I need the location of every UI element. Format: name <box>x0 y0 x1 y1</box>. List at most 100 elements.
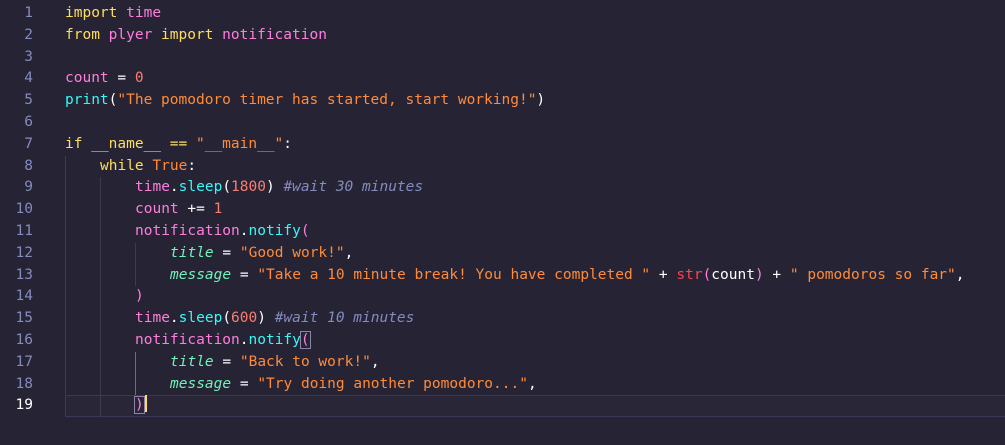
code-text[interactable]: count = 0 <box>65 68 144 90</box>
dot-token: . <box>239 222 249 239</box>
code-line[interactable]: 18 message = "Try doing another pomodoro… <box>0 373 1005 396</box>
line-number: 18 <box>15 375 33 392</box>
dunder-token: __name__ <box>91 135 162 152</box>
code-text[interactable]: print("The pomodoro timer has started, s… <box>65 90 545 112</box>
code-text[interactable]: time.sleep(600) #wait 10 minutes <box>135 308 414 330</box>
constant-token: True <box>152 157 188 174</box>
paren-token: ) <box>257 310 266 327</box>
function-token: print <box>65 92 109 109</box>
code-line[interactable]: 11 notification.notify( <box>0 220 1005 243</box>
code-line[interactable]: 16 notification.notify( <box>0 329 1005 352</box>
paren-token: ) <box>754 266 764 283</box>
code-line[interactable]: 15 time.sleep(600) #wait 10 minutes <box>0 308 1005 330</box>
code-line[interactable]: 10 count += 1 <box>0 199 1005 221</box>
code-text[interactable]: notification.notify( <box>135 221 310 243</box>
line-number: 14 <box>15 288 33 305</box>
module-token: time <box>135 179 170 196</box>
module-token: time <box>135 310 170 327</box>
operator-token: = <box>222 353 232 370</box>
code-text[interactable]: notification.notify( <box>135 330 311 352</box>
code-line[interactable]: 9 time.sleep(1800) #wait 30 minutes <box>0 177 1005 200</box>
line-number: 6 <box>24 113 33 130</box>
number-token: 0 <box>134 70 144 87</box>
code-line[interactable]: 5 print("The pomodoro timer has started,… <box>0 90 1005 112</box>
code-editor[interactable]: 1 import time 2 from plyer import notifi… <box>0 0 1005 445</box>
operator-token: + <box>658 266 668 283</box>
code-line[interactable]: 14 ) <box>0 286 1005 309</box>
code-text[interactable]: ) <box>134 395 147 417</box>
indent-guide <box>135 264 136 287</box>
line-number: 5 <box>24 92 33 109</box>
function-token: sleep <box>178 310 223 327</box>
operator-token: = <box>117 70 127 87</box>
indent-guide <box>65 264 66 287</box>
comma-token: , <box>370 353 380 370</box>
indent-guide <box>100 351 101 374</box>
string-token: "Good work!" <box>239 244 345 261</box>
paren-token: ( <box>222 179 232 196</box>
code-text[interactable]: ) <box>135 286 144 308</box>
line-number: 7 <box>24 135 33 152</box>
code-text[interactable]: if __name__ == "__main__": <box>65 134 292 156</box>
parameter-token: title <box>170 353 214 370</box>
module-token: notification <box>135 331 240 348</box>
indent-guide <box>100 199 101 221</box>
code-line[interactable]: 6 <box>0 112 1005 134</box>
code-line[interactable]: 4 count = 0 <box>0 68 1005 90</box>
current-code-line[interactable]: 19 ) <box>0 395 1005 418</box>
operator-token: = <box>239 375 249 392</box>
number-token: 600 <box>231 310 258 327</box>
module-token: time <box>126 5 162 21</box>
line-number: 16 <box>15 331 33 348</box>
parameter-token: message <box>170 266 232 283</box>
code-text[interactable]: from plyer import notification <box>65 25 327 47</box>
module-token: notification <box>222 26 327 43</box>
code-line[interactable]: 2 from plyer import notification <box>0 25 1005 47</box>
parameter-token: title <box>170 244 214 261</box>
line-number: 9 <box>24 179 33 196</box>
operator-token: = <box>222 244 232 261</box>
function-token: sleep <box>178 179 223 196</box>
paren-token: ) <box>536 92 546 109</box>
code-text[interactable]: count += 1 <box>135 199 222 221</box>
string-token: "Try doing another pomodoro..." <box>257 375 528 392</box>
comment-token: #wait 30 minutes <box>283 179 424 196</box>
code-line[interactable]: 17 title = "Back to work!", <box>0 351 1005 374</box>
code-line[interactable]: 1 import time <box>0 3 1005 25</box>
line-number: 8 <box>24 157 33 174</box>
indent-guide <box>65 177 66 200</box>
function-token: notify <box>248 331 301 348</box>
comma-token: , <box>527 375 537 392</box>
paren-token: ) <box>135 288 144 305</box>
code-text[interactable]: title = "Back to work!", <box>170 352 380 374</box>
number-token: 1 <box>213 201 223 218</box>
code-line[interactable]: 12 title = "Good work!", <box>0 242 1005 265</box>
indent-guide <box>100 220 101 243</box>
code-line[interactable]: 7 if __name__ == "__main__": <box>0 134 1005 156</box>
paren-token: ( <box>702 266 712 283</box>
indent-guide <box>100 329 101 352</box>
code-text[interactable]: title = "Good work!", <box>170 243 353 265</box>
module-token: plyer <box>108 26 153 43</box>
indent-guide <box>100 286 101 309</box>
code-text[interactable]: import time <box>65 3 161 25</box>
line-number: 13 <box>15 266 33 283</box>
indent-guide <box>65 329 66 352</box>
code-text[interactable]: message = "Take a 10 minute break! You h… <box>170 265 965 287</box>
builtin-token: str <box>676 266 703 283</box>
line-number: 1 <box>24 5 33 21</box>
line-number: 2 <box>24 26 33 43</box>
code-line[interactable]: 3 <box>0 47 1005 69</box>
comma-token: , <box>344 244 354 261</box>
variable-token: count <box>135 201 179 218</box>
indent-guide <box>100 264 101 287</box>
code-line[interactable]: 13 message = "Take a 10 minute break! Yo… <box>0 264 1005 287</box>
code-line[interactable]: 8 while True: <box>0 155 1005 178</box>
dot-token: . <box>169 179 179 196</box>
code-text[interactable]: message = "Try doing another pomodoro...… <box>170 374 537 396</box>
line-number: 19 <box>15 397 33 414</box>
code-text[interactable]: while True: <box>100 156 196 178</box>
indent-guide <box>65 351 66 374</box>
line-number: 10 <box>15 201 33 218</box>
code-text[interactable]: time.sleep(1800) #wait 30 minutes <box>135 177 423 199</box>
